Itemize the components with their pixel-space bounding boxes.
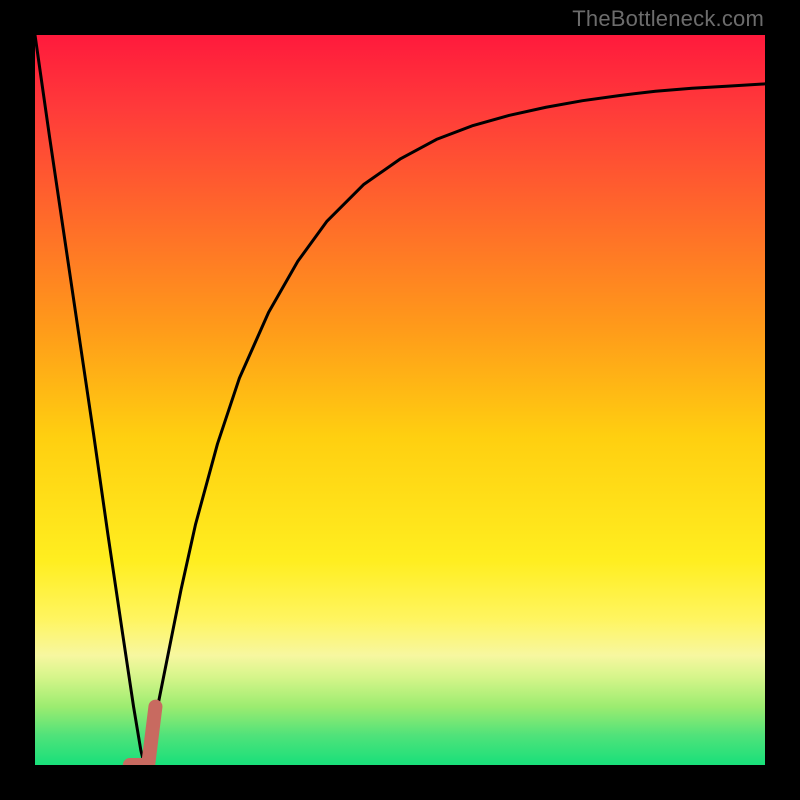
watermark-text: TheBottleneck.com (572, 6, 764, 32)
plot-area (35, 35, 765, 765)
heat-gradient-background (35, 35, 765, 765)
chart-frame: TheBottleneck.com (0, 0, 800, 800)
